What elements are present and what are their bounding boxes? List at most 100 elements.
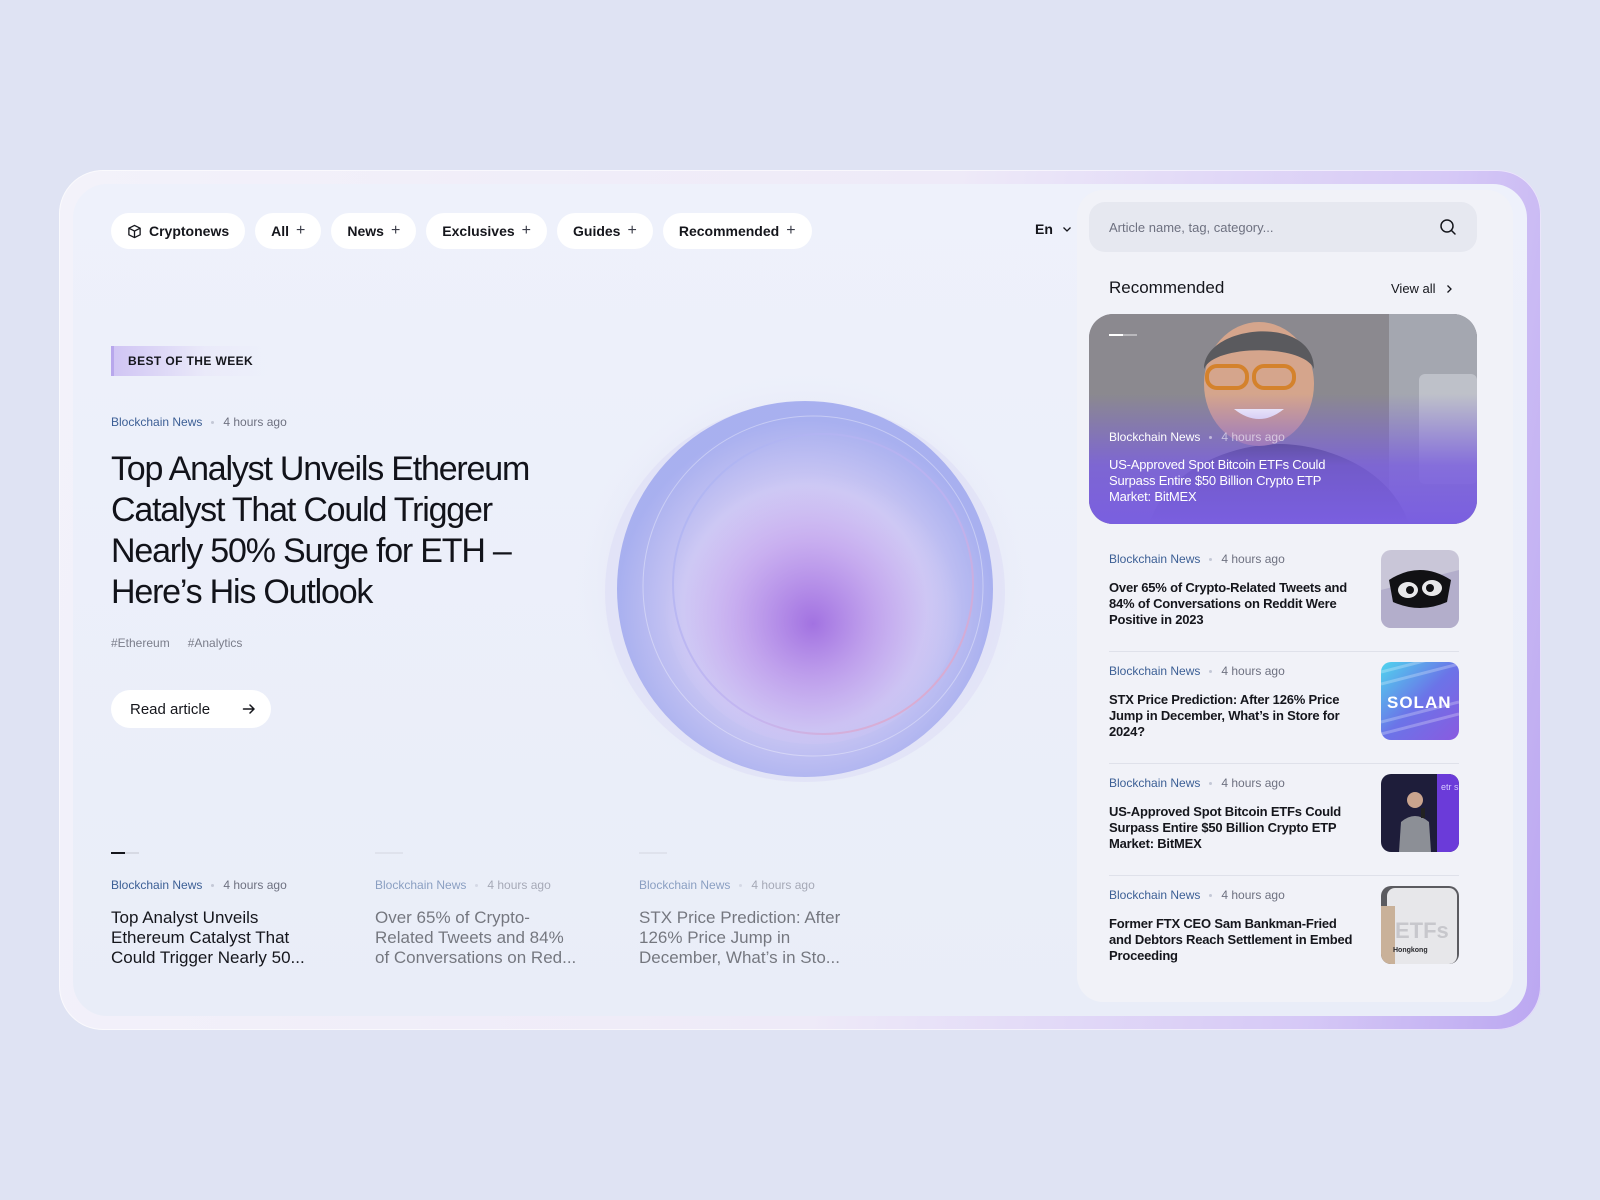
separator-dot	[211, 883, 215, 887]
timestamp: 4 hours ago	[1221, 430, 1285, 444]
language-selector[interactable]: En	[1035, 221, 1073, 237]
best-of-week-badge: BEST OF THE WEEK	[111, 346, 268, 376]
timestamp: 4 hours ago	[751, 878, 815, 892]
article-meta: Blockchain News 4 hours ago	[1109, 664, 1285, 678]
timestamp: 4 hours ago	[223, 878, 287, 892]
nav-item-recommended[interactable]: Recommended +	[662, 213, 812, 249]
badge-label: BEST OF THE WEEK	[128, 354, 254, 368]
article-meta: Blockchain News 4 hours ago	[375, 878, 581, 892]
featured-article-card[interactable]: Blockchain News 4 hours ago US-Approved …	[1089, 314, 1477, 524]
category-link[interactable]: Blockchain News	[1109, 776, 1200, 790]
thumbnail-text: ETFs	[1395, 918, 1449, 943]
search-icon[interactable]	[1439, 218, 1457, 236]
article-meta: Blockchain News 4 hours ago	[639, 878, 845, 892]
nav-item-news[interactable]: News +	[331, 213, 417, 249]
article-title[interactable]: Former FTX CEO Sam Bankman-Fried and Deb…	[1109, 916, 1353, 964]
article-thumbnail[interactable]: ETFs Hongkong	[1381, 886, 1459, 964]
chevron-right-icon	[1446, 284, 1452, 293]
separator-dot	[1209, 781, 1213, 785]
app-window: Cryptonews All + News + Exclusives + Gui…	[73, 184, 1527, 1016]
nav-item-all[interactable]: All +	[255, 213, 322, 249]
timestamp: 4 hours ago	[487, 878, 551, 892]
plus-icon: +	[390, 222, 401, 239]
hero-orb-illustration	[573, 354, 1033, 814]
view-all-link[interactable]: View all	[1391, 281, 1454, 296]
article-thumbnail[interactable]: etr su	[1381, 774, 1459, 852]
plus-icon: +	[627, 222, 637, 239]
timestamp: 4 hours ago	[1221, 888, 1285, 902]
featured-title[interactable]: US-Approved Spot Bitcoin ETFs Could Surp…	[1109, 457, 1359, 505]
thumbnail-text: SOLAN	[1387, 693, 1452, 712]
separator-dot	[739, 883, 743, 887]
plus-icon: +	[296, 222, 306, 239]
read-article-label: Read article	[130, 700, 211, 718]
arrow-right-icon	[237, 697, 261, 721]
timestamp: 4 hours ago	[1221, 664, 1285, 678]
bottom-article[interactable]: Blockchain News 4 hours ago STX Price Pr…	[639, 852, 845, 968]
brand-name: Cryptonews	[149, 223, 230, 239]
article-thumbnail[interactable]	[1381, 550, 1459, 628]
article-title[interactable]: STX Price Prediction: After 126% Price J…	[1109, 692, 1353, 740]
category-link[interactable]: Blockchain News	[1109, 664, 1200, 678]
article-title[interactable]: Over 65% of Crypto-Related Tweets and 84…	[1109, 580, 1353, 628]
list-item[interactable]: Blockchain News 4 hours ago Former FTX C…	[1109, 876, 1459, 988]
timestamp: 4 hours ago	[223, 415, 287, 429]
tag-link[interactable]: #Analytics	[188, 636, 243, 650]
top-nav: Cryptonews All + News + Exclusives + Gui…	[111, 213, 812, 249]
article-title[interactable]: Over 65% of Crypto-Related Tweets and 84…	[375, 908, 581, 968]
hero-title[interactable]: Top Analyst Unveils Ethereum Catalyst Th…	[111, 449, 591, 613]
article-meta: Blockchain News 4 hours ago	[1109, 552, 1285, 566]
category-link[interactable]: Blockchain News	[1109, 430, 1200, 444]
separator-dot	[211, 420, 215, 424]
category-link[interactable]: Blockchain News	[111, 415, 202, 429]
nav-item-label: Exclusives	[442, 223, 515, 239]
category-link[interactable]: Blockchain News	[111, 878, 202, 892]
list-item[interactable]: Blockchain News 4 hours ago STX Price Pr…	[1109, 652, 1459, 764]
timestamp: 4 hours ago	[1221, 552, 1285, 566]
list-item[interactable]: Blockchain News 4 hours ago US-Approved …	[1109, 764, 1459, 876]
featured-meta: Blockchain News 4 hours ago	[1109, 430, 1285, 444]
nav-item-label: Recommended	[678, 223, 780, 239]
bottom-article[interactable]: Blockchain News 4 hours ago Top Analyst …	[111, 852, 317, 968]
read-article-button[interactable]: Read article	[111, 690, 271, 728]
hero-tags: #Ethereum #Analytics	[111, 636, 242, 650]
article-thumbnail[interactable]: SOLAN	[1381, 662, 1459, 740]
chevron-down-icon	[1062, 227, 1071, 232]
separator-dot	[1209, 669, 1213, 673]
nav-item-guides[interactable]: Guides +	[557, 213, 653, 249]
bottom-article[interactable]: Blockchain News 4 hours ago Over 65% of …	[375, 852, 581, 968]
separator-dot	[1209, 893, 1213, 897]
nav-item-exclusives[interactable]: Exclusives +	[426, 213, 548, 249]
nav-item-label: Guides	[573, 223, 621, 239]
search-bar[interactable]: Article name, tag, category...	[1089, 202, 1477, 252]
separator-dot	[475, 883, 479, 887]
article-title[interactable]: Top Analyst Unveils Ethereum Catalyst Th…	[111, 908, 317, 968]
article-title[interactable]: STX Price Prediction: After 126% Price J…	[639, 908, 845, 968]
article-title[interactable]: US-Approved Spot Bitcoin ETFs Could Surp…	[1109, 804, 1353, 852]
category-link[interactable]: Blockchain News	[639, 878, 730, 892]
article-meta: Blockchain News 4 hours ago	[1109, 888, 1285, 902]
thumbnail-text: etr su	[1441, 782, 1459, 792]
category-link[interactable]: Blockchain News	[1109, 888, 1200, 902]
hero-meta: Blockchain News 4 hours ago	[111, 415, 287, 429]
view-all-label: View all	[1391, 281, 1436, 296]
nav-item-label: News	[347, 223, 384, 239]
category-link[interactable]: Blockchain News	[1109, 552, 1200, 566]
recommended-heading: Recommended	[1109, 278, 1225, 297]
article-meta: Blockchain News 4 hours ago	[1109, 776, 1285, 790]
list-item[interactable]: Blockchain News 4 hours ago Over 65% of …	[1109, 540, 1459, 652]
nav-item-label: All	[271, 223, 290, 239]
brand-pill[interactable]: Cryptonews	[111, 213, 246, 249]
tag-link[interactable]: #Ethereum	[111, 636, 170, 650]
sidebar-panel: Article name, tag, category... Recommend…	[1077, 190, 1513, 1002]
carousel-indicator	[111, 852, 139, 854]
carousel-indicator	[639, 852, 667, 854]
category-link[interactable]: Blockchain News	[375, 878, 466, 892]
separator-dot	[1209, 435, 1213, 439]
bottom-articles: Blockchain News 4 hours ago Top Analyst …	[111, 852, 845, 968]
search-input[interactable]: Article name, tag, category...	[1109, 220, 1439, 235]
plus-icon: +	[786, 222, 796, 239]
cube-icon	[128, 224, 141, 238]
timestamp: 4 hours ago	[1221, 776, 1285, 790]
carousel-indicator	[375, 852, 403, 854]
